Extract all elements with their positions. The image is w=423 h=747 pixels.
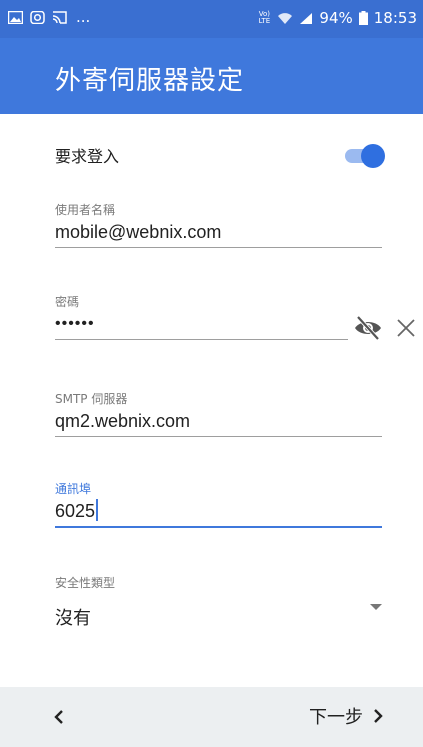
require-login-toggle[interactable] (343, 144, 385, 168)
security-type-value: 沒有 (55, 608, 91, 629)
signal-icon (300, 12, 313, 24)
instagram-icon (30, 11, 45, 24)
security-type-field[interactable]: 安全性類型 沒有 (55, 574, 382, 630)
next-chevron-icon (374, 709, 383, 723)
smtp-server-underline (55, 436, 382, 437)
port-underline (55, 526, 382, 528)
app-bar: 外寄伺服器設定 (0, 38, 423, 114)
port-input[interactable]: 6025 (55, 496, 382, 526)
back-chevron-icon[interactable] (45, 703, 73, 731)
status-bar: ... Vo) LTE 94% 18:53 (0, 0, 423, 38)
text-cursor (96, 499, 99, 521)
cast-icon (52, 11, 67, 24)
next-button[interactable]: 下一步 (309, 703, 385, 729)
notification-icons: ... (8, 8, 91, 26)
system-indicators: Vo) LTE 94% 18:53 (257, 9, 417, 27)
password-actions (352, 313, 418, 343)
clear-icon[interactable] (394, 316, 418, 340)
battery-percent: 94% (319, 9, 353, 27)
require-login-row[interactable]: 要求登入 (55, 143, 385, 169)
username-field: 使用者名稱 (55, 201, 382, 248)
dropdown-arrow-icon[interactable] (370, 604, 382, 610)
wifi-icon (278, 12, 293, 24)
smtp-server-label: SMTP 伺服器 (55, 392, 128, 406)
security-type-label: 安全性類型 (55, 576, 116, 590)
smtp-server-input[interactable] (55, 406, 382, 436)
port-value: 6025 (55, 501, 96, 521)
toggle-thumb (361, 144, 385, 168)
bottom-bar: 下一步 (0, 687, 423, 747)
username-underline (55, 247, 382, 248)
smtp-server-field: SMTP 伺服器 (55, 390, 382, 437)
port-label: 通訊埠 (55, 482, 92, 496)
clock: 18:53 (373, 9, 417, 27)
username-input[interactable] (55, 217, 382, 247)
require-login-label: 要求登入 (55, 147, 120, 166)
battery-icon (358, 11, 368, 25)
gallery-icon (8, 11, 23, 24)
password-underline (55, 339, 348, 340)
port-field: 通訊埠 6025 (55, 480, 382, 528)
next-label: 下一步 (309, 707, 363, 728)
password-field: 密碼 •••••• (55, 293, 415, 341)
volte-icon: Vo) LTE (258, 10, 271, 25)
more-notifications: ... (76, 8, 91, 26)
password-label: 密碼 (55, 295, 80, 309)
eye-off-icon[interactable] (352, 313, 384, 343)
username-label: 使用者名稱 (55, 203, 116, 217)
page-title: 外寄伺服器設定 (55, 66, 245, 96)
password-input[interactable]: •••••• (55, 309, 348, 339)
